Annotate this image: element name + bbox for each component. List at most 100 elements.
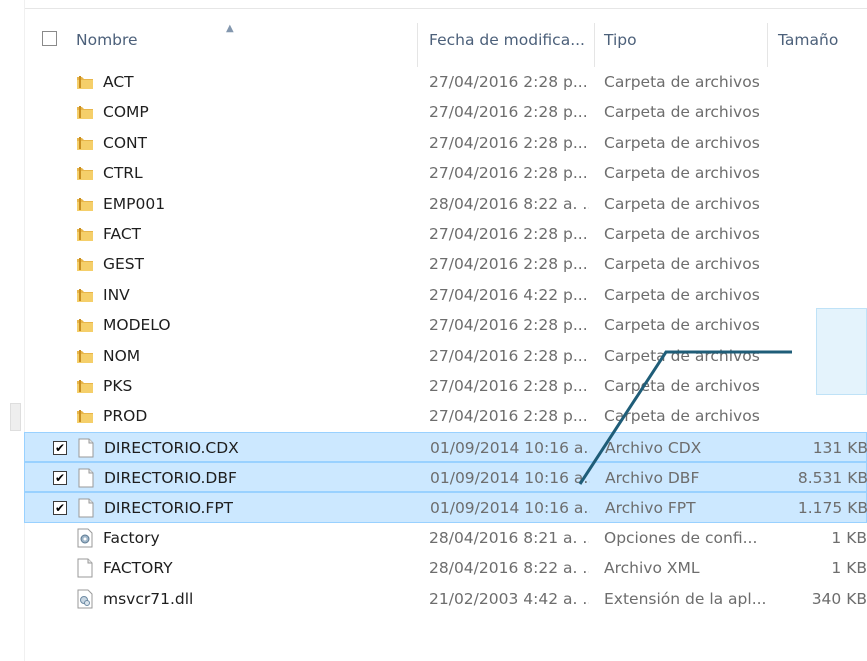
sort-ascending-icon: ▲ [226,23,234,34]
file-date: 01/09/2014 10:16 a.... [430,469,590,488]
file-date: 27/04/2016 2:28 p.... [429,224,589,243]
file-date: 27/04/2016 2:28 p.... [429,73,589,91]
folder-icon [76,133,94,153]
navigation-pane-edge [0,0,25,661]
file-row[interactable]: MODELO 27/04/2016 2:28 p.... Carpeta de ar… [24,310,867,340]
file-type: Carpeta de archivos [604,255,760,274]
column-divider[interactable] [594,23,595,67]
file-date: 27/04/2016 2:28 p.... [429,376,589,395]
row-checkbox[interactable]: ✔ [53,440,67,455]
row-checkbox[interactable]: ✔ [53,471,67,486]
file-type: Carpeta de archivos [604,164,760,183]
folder-icon [76,315,94,335]
file-row[interactable]: PKS 27/04/2016 2:28 p.... Carpeta de archi… [24,371,867,401]
file-type: Carpeta de archivos [604,285,760,304]
folder-icon [76,224,94,244]
folder-icon [76,254,94,274]
file-date: 01/09/2014 10:16 a.... [430,438,590,457]
file-list: ACT 27/04/2016 2:28 p.... Carpeta de archi… [24,67,867,614]
file-row[interactable]: Factory 28/04/2016 8:21 a. ... Opciones de… [24,523,867,553]
select-all-checkbox[interactable] [42,31,57,46]
drag-selection-rectangle [816,308,867,395]
column-header-date[interactable]: Fecha de modifica... [429,31,585,49]
dll-file-icon [76,589,94,609]
file-date: 27/04/2016 2:28 p.... [429,346,589,365]
row-checkbox[interactable]: ✔ [53,501,67,516]
file-name: msvcr71.dll [103,589,194,608]
file-date: 27/04/2016 2:28 p.... [429,255,589,274]
file-size: 1 KB [831,528,867,547]
file-date: 01/09/2014 10:16 a.... [430,499,590,518]
file-name: COMP [103,103,149,122]
file-name: ACT [103,73,134,91]
file-name: FACTORY [103,559,173,578]
file-type: Archivo FPT [605,499,696,518]
folder-icon [76,194,94,214]
column-divider[interactable] [417,23,418,67]
file-date: 28/04/2016 8:21 a. ... [429,528,589,547]
file-type: Carpeta de archivos [604,224,760,243]
file-row[interactable]: EMP001 28/04/2016 8:22 a. ... Carpeta de a… [24,189,867,219]
file-date: 27/04/2016 2:28 p.... [429,164,589,183]
file-type: Carpeta de archivos [604,316,760,335]
file-date: 28/04/2016 8:22 a. ... [429,194,589,213]
file-type: Carpeta de archivos [604,407,760,426]
file-icon [77,468,95,488]
file-row[interactable]: FACT 27/04/2016 2:28 p.... Carpeta de arch… [24,219,867,249]
folder-icon [76,376,94,396]
file-name: PROD [103,407,148,426]
file-size: 1 KB [831,559,867,578]
column-header-name[interactable]: Nombre [76,31,138,49]
file-row[interactable]: ✔ DIRECTORIO.FPT 01/09/2014 10:16 a.... Arc… [24,492,867,523]
file-row[interactable]: ACT 27/04/2016 2:28 p.... Carpeta de archi… [24,67,867,97]
file-row[interactable]: ✔ DIRECTORIO.CDX 01/09/2014 10:16 a.... Arc… [24,431,867,463]
file-name: DIRECTORIO.DBF [104,469,237,488]
file-row[interactable]: ✔ DIRECTORIO.DBF 01/09/2014 10:16 a.... Arc… [24,462,867,493]
file-date: 27/04/2016 2:28 p.... [429,133,589,152]
file-name: CONT [103,133,148,152]
config-file-icon [76,528,94,548]
file-type: Carpeta de archivos [604,133,760,152]
file-row[interactable]: INV 27/04/2016 4:22 p.... Carpeta de archi… [24,280,867,310]
column-header: Nombre ▲ Fecha de modifica... Tipo Tamañ… [24,9,867,69]
file-row[interactable]: PROD 27/04/2016 2:28 p.... Carpeta de arch… [24,401,867,431]
file-size: 131 KB [812,438,867,457]
file-row[interactable]: COMP 27/04/2016 2:28 p.... Carpeta de arch… [24,97,867,127]
file-name: EMP001 [103,194,166,213]
file-row[interactable]: CONT 27/04/2016 2:28 p.... Carpeta de arch… [24,128,867,158]
file-row[interactable]: msvcr71.dll 21/02/2003 4:42 a. ... Extensi… [24,584,867,614]
folder-icon [76,406,94,426]
folder-icon [76,285,94,305]
file-date: 27/04/2016 2:28 p.... [429,103,589,122]
file-row[interactable]: GEST 27/04/2016 2:28 p.... Carpeta de arch… [24,249,867,279]
file-row[interactable]: FACTORY 28/04/2016 8:22 a. ... Archivo XML… [24,553,867,583]
file-icon [77,498,95,518]
folder-icon [76,346,94,366]
file-icon [77,438,95,458]
file-type: Carpeta de archivos [604,194,760,213]
file-name: FACT [103,224,142,243]
column-divider[interactable] [767,23,768,67]
folder-icon [76,102,94,122]
file-name: GEST [103,255,145,274]
folder-icon [76,163,94,183]
file-type: Archivo CDX [605,438,702,457]
file-type: Carpeta de archivos [604,346,760,365]
column-header-size[interactable]: Tamaño [778,31,838,49]
file-name: PKS [103,376,133,395]
file-type: Carpeta de archivos [604,73,760,91]
file-row[interactable]: NOM 27/04/2016 2:28 p.... Carpeta de archi… [24,341,867,371]
file-date: 28/04/2016 8:22 a. ... [429,559,589,578]
file-date: 21/02/2003 4:42 a. ... [429,589,589,608]
file-size: 340 KB [811,589,867,608]
file-date: 27/04/2016 2:28 p.... [429,407,589,426]
file-row[interactable]: CTRL 27/04/2016 2:28 p.... Carpeta de arch… [24,158,867,188]
file-name: INV [103,285,130,304]
file-type: Carpeta de archivos [604,103,760,122]
file-name: NOM [103,346,141,365]
file-name: MODELO [103,316,171,335]
file-type: Archivo XML [604,559,700,578]
column-header-type[interactable]: Tipo [604,31,637,49]
pane-resize-handle[interactable] [10,403,21,431]
file-name: CTRL [103,164,143,183]
